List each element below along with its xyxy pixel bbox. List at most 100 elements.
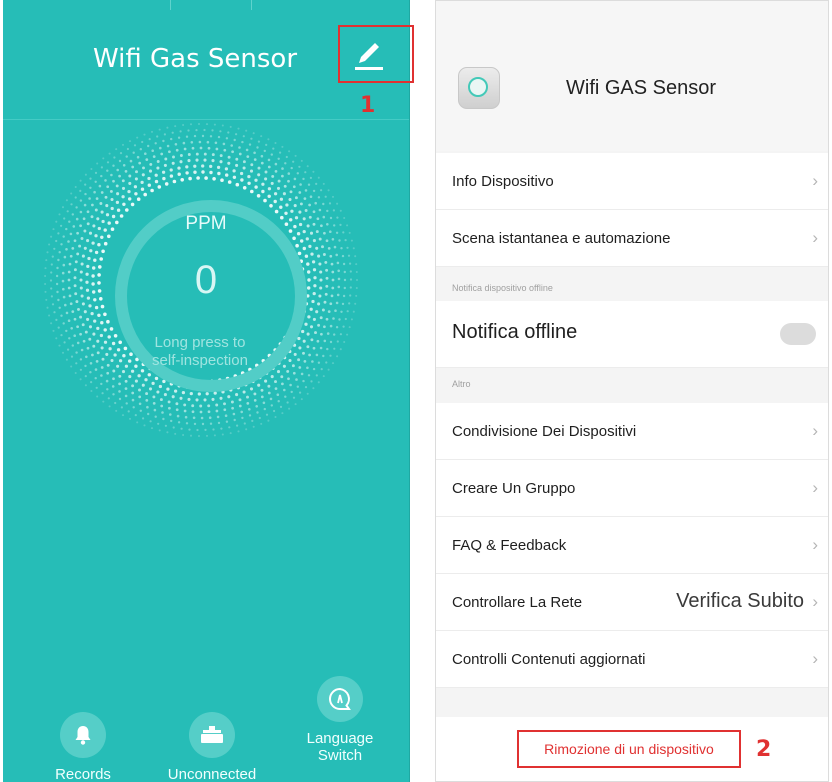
halo-dot <box>187 153 191 156</box>
halo-dot <box>350 239 353 242</box>
halo-dot <box>64 303 67 307</box>
halo-dot <box>294 154 297 157</box>
halo-dot <box>73 317 77 321</box>
chevron-right-icon: › <box>812 535 818 554</box>
remove-device-button[interactable]: Rimozione di un dispositivo <box>517 730 741 768</box>
halo-dot <box>274 380 277 384</box>
halo-dot <box>199 404 203 408</box>
halo-dot <box>65 248 68 251</box>
halo-dot <box>136 197 141 201</box>
halo-dot <box>286 369 290 373</box>
halo-dot <box>224 414 228 417</box>
row-share-device[interactable]: Condivisione Dei Dispositivi › <box>436 403 828 460</box>
halo-dot <box>115 184 119 188</box>
halo-dot <box>200 416 204 420</box>
halo-dot <box>269 397 273 401</box>
halo-dot <box>208 416 212 419</box>
halo-dot <box>296 385 299 388</box>
halo-dot <box>46 306 49 309</box>
halo-dot <box>267 187 272 191</box>
halo-dot <box>341 302 345 306</box>
row-create-group[interactable]: Creare Un Gruppo › <box>436 460 828 517</box>
row-check-network[interactable]: Controllare La Rete Verifica Subito › <box>436 574 828 631</box>
halo-dot <box>156 135 159 138</box>
halo-dot <box>118 174 121 178</box>
row-scene-automation[interactable]: Scena istantanea e automazione › <box>436 210 828 267</box>
halo-dot <box>227 395 231 399</box>
halo-dot <box>188 428 191 431</box>
halo-dot <box>106 371 110 375</box>
status-tick <box>170 0 171 10</box>
edit-button[interactable] <box>338 25 414 83</box>
halo-dot <box>304 385 308 389</box>
halo-dot <box>307 315 311 319</box>
halo-dot <box>65 358 68 361</box>
unconnected-button[interactable]: Unconnected <box>152 712 272 782</box>
halo-dot <box>315 246 319 250</box>
halo-dot <box>106 319 110 324</box>
halo-dot <box>245 129 248 132</box>
halo-dot <box>211 129 214 132</box>
halo-dot <box>106 169 109 172</box>
halo-dot <box>105 204 109 208</box>
device-thumbnail <box>458 67 500 109</box>
halo-dot <box>81 323 85 327</box>
halo-dot <box>246 402 250 405</box>
halo-dot <box>323 325 326 329</box>
halo-dot <box>158 128 161 131</box>
row-device-info[interactable]: Info Dispositivo › <box>436 153 828 210</box>
halo-dot <box>122 164 126 167</box>
halo-dot <box>121 143 125 146</box>
halo-dot <box>237 127 240 130</box>
halo-dot <box>191 404 195 408</box>
halo-dot <box>95 386 98 389</box>
section-other: Altro <box>452 379 471 389</box>
halo-dot <box>235 157 239 161</box>
halo-dot <box>80 348 84 352</box>
halo-dot <box>206 140 210 144</box>
row-check-updates[interactable]: Controlli Contenuti aggiornati › <box>436 631 828 688</box>
halo-dot <box>170 419 173 423</box>
halo-dot <box>75 351 78 354</box>
halo-dot <box>119 151 123 155</box>
halo-dot <box>217 135 221 139</box>
halo-dot <box>329 340 333 344</box>
halo-dot <box>162 417 165 421</box>
halo-dot <box>187 159 191 163</box>
halo-dot <box>134 177 138 181</box>
halo-dot <box>120 406 124 409</box>
halo-dot <box>89 186 92 189</box>
halo-dot <box>122 202 126 207</box>
halo-dot <box>307 374 311 377</box>
halo-dot <box>94 180 97 183</box>
halo-dot <box>346 246 349 249</box>
halo-dot <box>314 331 317 335</box>
halo-dot <box>146 405 149 409</box>
updates-label: Controlli Contenuti aggiornati <box>452 651 646 668</box>
halo-dot <box>209 422 213 425</box>
halo-dot <box>312 346 316 350</box>
records-button[interactable]: Records <box>23 712 143 782</box>
halo-dot <box>242 166 246 170</box>
halo-dot <box>141 140 144 144</box>
halo-dot <box>52 329 55 332</box>
halo-dot <box>201 422 205 426</box>
halo-dot <box>166 387 170 391</box>
halo-dot <box>195 158 199 162</box>
offline-notification-toggle[interactable] <box>780 323 816 345</box>
halo-dot <box>187 397 191 401</box>
halo-dot <box>189 123 193 126</box>
row-faq-feedback[interactable]: FAQ & Feedback › <box>436 517 828 574</box>
halo-dot <box>175 408 179 412</box>
language-switch-button[interactable]: Language Switch <box>280 676 400 764</box>
halo-dot <box>109 327 114 331</box>
halo-dot <box>243 422 246 425</box>
halo-dot <box>304 189 308 192</box>
halo-dot <box>196 176 200 180</box>
halo-dot <box>278 151 282 154</box>
chevron-right-icon: › <box>812 421 818 440</box>
halo-dot <box>287 172 291 175</box>
halo-dot <box>71 310 75 313</box>
halo-dot <box>76 252 80 256</box>
halo-dot <box>76 341 80 345</box>
